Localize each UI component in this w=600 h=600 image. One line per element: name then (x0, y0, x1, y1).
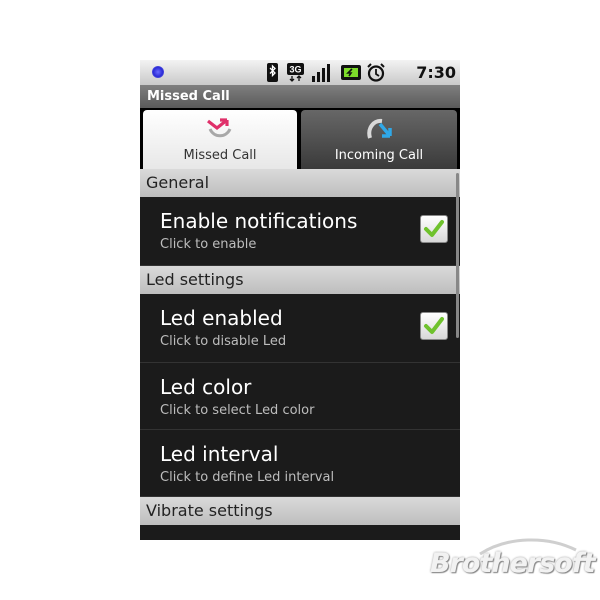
watermark-swoosh (479, 538, 577, 556)
battery-icon (341, 65, 361, 80)
settings-list[interactable]: General Enable notifications Click to en… (140, 169, 460, 540)
setting-led-color[interactable]: Led color Click to select Led color (140, 363, 460, 430)
setting-title: Led interval (160, 442, 279, 466)
incoming-call-icon (367, 118, 392, 139)
missed-call-icon (207, 118, 232, 138)
svg-text:3G: 3G (289, 65, 301, 75)
3g-icon: 3G (287, 63, 304, 82)
signal-strength-icon (312, 64, 330, 82)
setting-summary: Click to define Led interval (160, 470, 335, 485)
notification-dot-icon (152, 66, 164, 78)
setting-summary: Click to select Led color (160, 403, 315, 418)
checkmark-icon (424, 220, 444, 237)
tab-incoming-call-label: Incoming Call (334, 148, 424, 163)
brothersoft-watermark: Brothersoft (430, 538, 596, 588)
setting-led-enabled[interactable]: Led enabled Click to disable Led (140, 294, 460, 363)
bluetooth-icon (267, 63, 278, 82)
phone-screen: 3G 7:30 AM Missed Call (140, 60, 460, 540)
status-clock: 7:30 AM (416, 63, 456, 103)
setting-summary: Click to enable (160, 237, 257, 252)
setting-title: Led color (160, 375, 252, 399)
status-bar: 3G 7:30 AM (140, 60, 460, 103)
setting-summary: Click to disable Led (160, 334, 287, 349)
list-scrollbar[interactable] (456, 173, 459, 338)
tab-missed-call-label: Missed Call (183, 148, 257, 163)
app-title-bar: Missed Call (140, 85, 460, 108)
section-header-led-settings: Led settings (140, 266, 460, 294)
section-header-vibrate-settings: Vibrate settings (140, 497, 460, 525)
section-header-general: General (140, 169, 460, 197)
tab-missed-call[interactable]: Missed Call (143, 110, 297, 169)
setting-title: Led enabled (160, 306, 283, 330)
tab-bar: Missed Call Incoming Call (140, 108, 460, 169)
setting-title: Enable notifications (160, 209, 358, 233)
checkmark-icon (424, 317, 444, 334)
setting-led-interval[interactable]: Led interval Click to define Led interva… (140, 430, 460, 497)
setting-enable-notifications[interactable]: Enable notifications Click to enable (140, 197, 460, 266)
enable-notifications-checkbox[interactable] (420, 215, 448, 243)
led-enabled-checkbox[interactable] (420, 312, 448, 340)
alarm-clock-icon (367, 63, 385, 82)
tab-incoming-call[interactable]: Incoming Call (301, 110, 457, 169)
